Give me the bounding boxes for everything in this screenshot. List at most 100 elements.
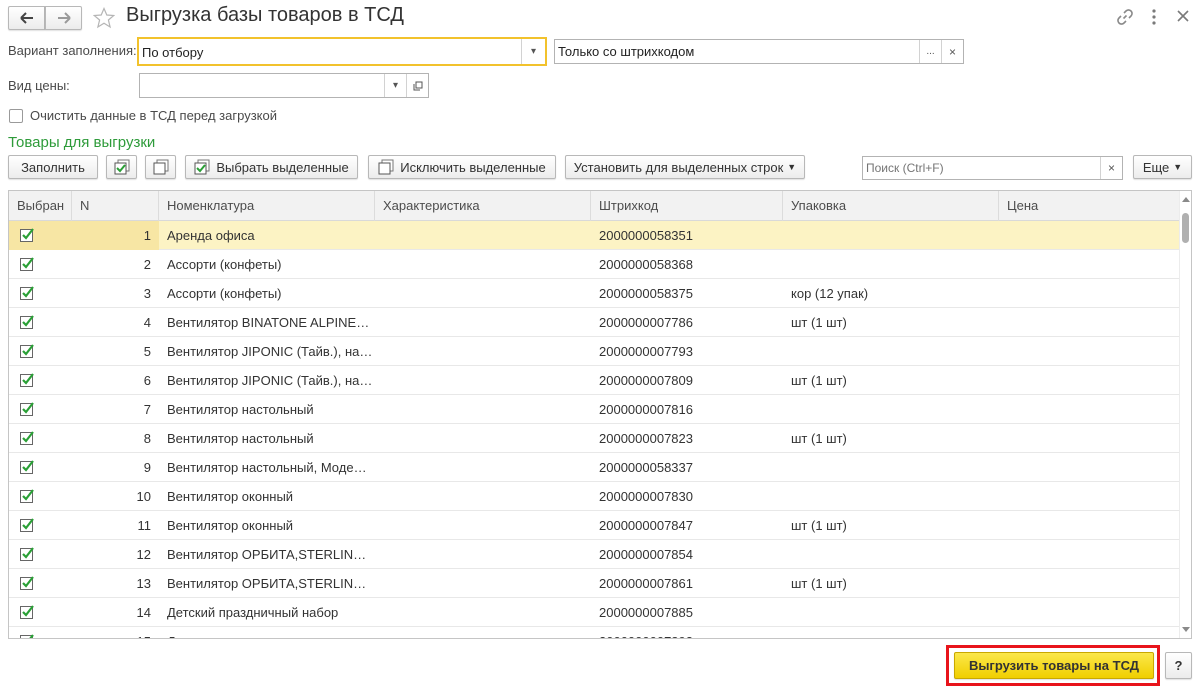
row-checkbox[interactable] — [9, 308, 72, 337]
forward-button[interactable] — [45, 6, 82, 30]
table-row[interactable]: 14 Детский праздничный набор 2000000007885 — [9, 598, 1180, 627]
page-title: Выгрузка базы товаров в ТСД — [126, 4, 404, 26]
row-checkbox[interactable] — [9, 453, 72, 482]
table-row[interactable]: 15Доставка товара 2000000007892 — [9, 627, 1180, 638]
col-header-characteristic[interactable]: Характеристика — [375, 191, 591, 221]
clear-tsd-checkbox[interactable] — [9, 109, 23, 123]
table-row[interactable]: 11 Вентилятор оконный 2000000007847 шт (1 ш… — [9, 511, 1180, 540]
col-header-selected[interactable]: Выбран — [9, 191, 72, 221]
cell-item: Вентилятор настольный — [167, 402, 314, 417]
cell-characteristic — [375, 453, 591, 482]
cell-price — [999, 221, 1180, 250]
cell-barcode: 2000000007854 — [599, 547, 693, 562]
fill-button[interactable]: Заполнить — [8, 155, 98, 179]
cell-barcode: 2000000007786 — [599, 315, 693, 330]
chevron-down-icon[interactable]: ▾ — [521, 39, 545, 64]
star-icon[interactable] — [93, 7, 115, 29]
col-header-price[interactable]: Цена — [999, 191, 1180, 221]
scroll-thumb[interactable] — [1182, 213, 1189, 243]
cell-barcode: 2000000058375 — [599, 286, 693, 301]
row-checkbox[interactable] — [9, 569, 72, 598]
cell-characteristic — [375, 250, 591, 279]
col-header-item[interactable]: Номенклатура — [159, 191, 375, 221]
fill-variant-select[interactable]: По отбору ▾ — [137, 37, 547, 66]
section-title: Товары для выгрузки — [8, 134, 156, 151]
cell-item: Вентилятор BINATONE ALPINE… — [167, 315, 370, 330]
uncheck-all-button[interactable] — [145, 155, 176, 179]
table-row[interactable]: 10 Вентилятор оконный 2000000007830 — [9, 482, 1180, 511]
chevron-down-icon[interactable]: ▾ — [384, 74, 406, 97]
scroll-up-icon[interactable] — [1182, 197, 1190, 202]
caret-down-icon: ▼ — [787, 162, 797, 172]
open-icon[interactable] — [406, 74, 428, 97]
table-row[interactable]: 12 Вентилятор ОРБИТА,STERLIN… 200000000785… — [9, 540, 1180, 569]
cell-item: Вентилятор оконный — [167, 518, 294, 533]
close-icon[interactable] — [1176, 9, 1190, 23]
cell-characteristic — [375, 540, 591, 569]
search-field[interactable]: × — [862, 156, 1123, 180]
table-row[interactable]: 8 Вентилятор настольный 2000000007823 шт (1… — [9, 424, 1180, 453]
check-all-button[interactable] — [106, 155, 137, 179]
cell-n: 13 — [136, 576, 151, 591]
table-row[interactable]: 2 Ассорти (конфеты) 2000000058368 — [9, 250, 1180, 279]
checkbox-checked-icon — [20, 402, 34, 417]
cell-price — [999, 453, 1180, 482]
link-icon[interactable] — [1116, 8, 1134, 26]
help-button[interactable]: ? — [1165, 652, 1192, 679]
cell-item: Вентилятор ОРБИТА,STERLIN… — [167, 547, 367, 562]
cell-barcode: 2000000007823 — [599, 431, 693, 446]
table-row[interactable]: 6 Вентилятор JIPONIC (Тайв.), на… 20000000… — [9, 366, 1180, 395]
checkbox-checked-icon — [20, 634, 34, 638]
row-checkbox[interactable] — [9, 395, 72, 424]
checkbox-checked-icon — [20, 315, 34, 330]
col-header-barcode[interactable]: Штрихкод — [591, 191, 783, 221]
scroll-down-icon[interactable] — [1182, 627, 1190, 632]
cell-price — [999, 569, 1180, 598]
goods-table[interactable]: Выбран N Номенклатура Характеристика Штр… — [8, 190, 1192, 639]
table-row[interactable]: 5 Вентилятор JIPONIC (Тайв.), на… 20000000… — [9, 337, 1180, 366]
cell-pack: шт (1 шт) — [791, 315, 847, 330]
clear-search-icon[interactable]: × — [1100, 157, 1122, 179]
table-row[interactable]: 7 Вентилятор настольный 2000000007816 — [9, 395, 1180, 424]
row-checkbox[interactable] — [9, 366, 72, 395]
table-row[interactable]: 4 Вентилятор BINATONE ALPINE… 200000000778… — [9, 308, 1180, 337]
set-for-rows-button[interactable]: Установить для выделенных строк ▼ — [565, 155, 805, 179]
checkbox-checked-icon — [20, 286, 34, 301]
more-button[interactable]: Еще ▼ — [1133, 155, 1192, 179]
table-row[interactable]: 13 Вентилятор ОРБИТА,STERLIN… 200000000786… — [9, 569, 1180, 598]
row-checkbox[interactable] — [9, 337, 72, 366]
barcode-filter-field[interactable]: Только со штрихкодом ... × — [554, 39, 964, 64]
row-checkbox[interactable] — [9, 221, 72, 250]
row-checkbox[interactable] — [9, 482, 72, 511]
row-checkbox[interactable] — [9, 540, 72, 569]
cell-n: 2 — [143, 257, 151, 272]
select-selected-button[interactable]: Выбрать выделенные — [185, 155, 358, 179]
row-checkbox[interactable] — [9, 511, 72, 540]
row-checkbox[interactable] — [9, 279, 72, 308]
col-header-pack[interactable]: Упаковка — [783, 191, 999, 221]
back-button[interactable] — [8, 6, 45, 30]
upload-to-tsd-button[interactable]: Выгрузить товары на ТСД — [954, 652, 1154, 679]
cell-pack — [783, 337, 999, 366]
exclude-selected-button[interactable]: Исключить выделенные — [368, 155, 556, 179]
cell-pack: шт (1 шт) — [791, 373, 847, 388]
price-type-field[interactable]: ▾ — [139, 73, 429, 98]
cell-n: 9 — [143, 460, 151, 475]
vertical-scrollbar[interactable] — [1179, 191, 1191, 638]
search-input[interactable] — [863, 157, 1100, 179]
row-checkbox[interactable] — [9, 598, 72, 627]
cell-n: 11 — [137, 518, 152, 533]
row-checkbox[interactable] — [9, 627, 72, 638]
ellipsis-icon[interactable]: ... — [919, 40, 941, 63]
table-row[interactable]: 3 Ассорти (конфеты) 2000000058375 кор (12 у… — [9, 279, 1180, 308]
check-all-icon — [194, 159, 210, 175]
table-row[interactable]: 1 Аренда офиса 2000000058351 — [9, 221, 1180, 250]
table-row[interactable]: 9 Вентилятор настольный, Моде… 20000000583… — [9, 453, 1180, 482]
row-checkbox[interactable] — [9, 424, 72, 453]
col-header-n[interactable]: N — [72, 191, 159, 221]
clear-icon[interactable]: × — [941, 40, 963, 63]
cell-characteristic — [375, 482, 591, 511]
checkbox-checked-icon — [20, 518, 34, 533]
row-checkbox[interactable] — [9, 250, 72, 279]
more-vertical-icon[interactable] — [1150, 8, 1158, 26]
